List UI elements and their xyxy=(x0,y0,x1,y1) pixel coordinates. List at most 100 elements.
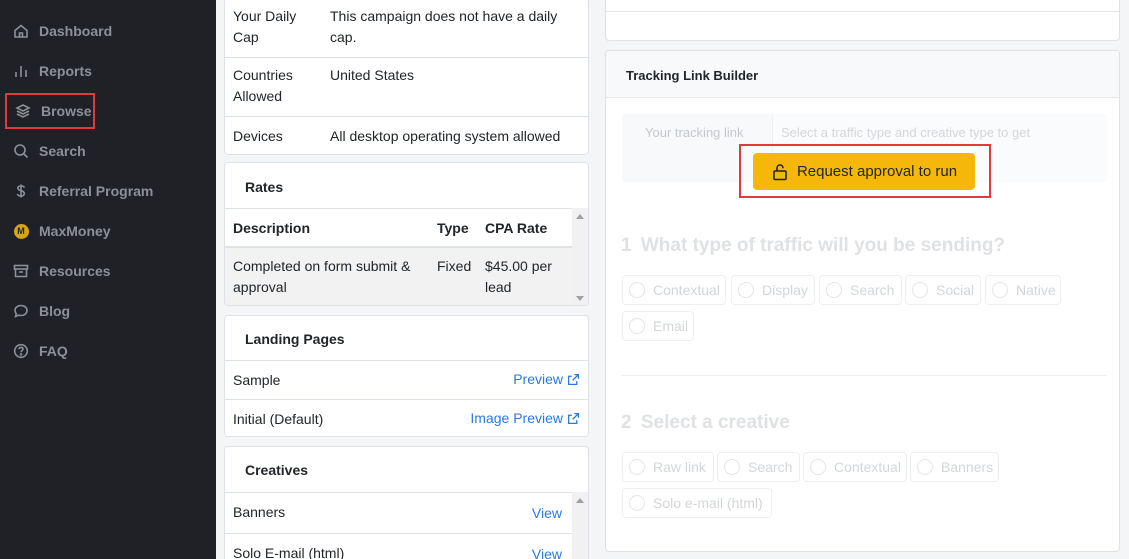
section-divider xyxy=(621,375,1107,376)
option-label: Solo e-mail (html) xyxy=(653,495,763,511)
scroll-up-arrow-icon[interactable] xyxy=(576,498,584,503)
details-label: Your Daily Cap xyxy=(233,6,296,48)
sidebar-item-browse[interactable]: Browse xyxy=(5,93,95,129)
sidebar-item-resources[interactable]: Resources xyxy=(12,257,212,285)
cell-line: $45.00 per xyxy=(485,258,552,274)
col-type: Type xyxy=(437,220,469,236)
creative-option-solo-email[interactable]: Solo e-mail (html) xyxy=(622,488,772,518)
radio-icon xyxy=(738,282,754,298)
home-icon xyxy=(12,22,30,40)
cell-line: Completed on form submit & xyxy=(233,258,411,274)
rates-table-header: Description Type CPA Rate xyxy=(225,208,588,246)
sidebar-item-reports[interactable]: Reports xyxy=(12,57,212,85)
step-1-number: 1 xyxy=(621,235,632,256)
sidebar-item-label: Referral Program xyxy=(39,183,154,199)
details-label: Devices xyxy=(233,128,283,144)
creative-name: Solo E-mail (html) xyxy=(233,545,345,559)
radio-icon xyxy=(810,459,826,475)
traffic-option-search[interactable]: Search xyxy=(819,275,902,305)
bar-chart-icon xyxy=(12,62,30,80)
landing-pages-title: Landing Pages xyxy=(245,331,345,347)
col-description: Description xyxy=(233,220,311,236)
details-row-devices: Devices All desktop operating system all… xyxy=(225,116,588,154)
archive-icon xyxy=(12,262,30,280)
creative-option-contextual[interactable]: Contextual xyxy=(803,452,907,482)
sidebar-item-search[interactable]: Search xyxy=(12,137,212,165)
request-approval-label: Request approval to run xyxy=(796,163,958,180)
preview-link[interactable]: Preview xyxy=(513,371,580,387)
list-item: Initial (Default) Image Preview xyxy=(225,399,588,436)
option-label: Contextual xyxy=(653,282,720,298)
tracking-link-placeholder: Select a traffic type and creative type … xyxy=(781,125,1031,140)
sidebar-item-dashboard[interactable]: Dashboard xyxy=(12,17,212,45)
sidebar-item-maxmoney[interactable]: M MaxMoney xyxy=(12,217,212,245)
radio-icon xyxy=(912,282,928,298)
scroll-up-arrow-icon[interactable] xyxy=(576,214,584,219)
traffic-option-social[interactable]: Social xyxy=(905,275,981,305)
rate-cpa: $45.00 per lead xyxy=(485,256,552,298)
option-label: Display xyxy=(762,282,808,298)
radio-icon xyxy=(917,459,933,475)
list-item: Solo E-mail (html) View xyxy=(225,533,588,559)
sidebar-item-referral-program[interactable]: Referral Program xyxy=(12,177,212,205)
sidebar-item-label: MaxMoney xyxy=(39,223,111,239)
creative-option-search[interactable]: Search xyxy=(717,452,800,482)
traffic-option-contextual[interactable]: Contextual xyxy=(622,275,726,305)
label-line: Your Daily xyxy=(233,8,297,24)
creative-option-banners[interactable]: Banners xyxy=(910,452,999,482)
list-item: Sample Preview xyxy=(225,360,588,399)
radio-icon xyxy=(826,282,842,298)
sidebar-item-faq[interactable]: FAQ xyxy=(12,337,212,365)
radio-icon xyxy=(724,459,740,475)
details-row-daily-cap: Your Daily Cap This campaign does not ha… xyxy=(225,0,588,58)
unlock-icon xyxy=(773,163,787,180)
creatives-title: Creatives xyxy=(245,462,309,478)
table-row: Completed on form submit & approval Fixe… xyxy=(225,246,588,305)
sidebar-item-label: Dashboard xyxy=(39,23,113,39)
creatives-scrollbar[interactable] xyxy=(572,492,588,559)
maxmoney-coin-glyph: M xyxy=(13,223,29,239)
sidebar: Dashboard Reports Browse Search Referral… xyxy=(0,0,216,559)
chat-bubble-icon xyxy=(12,302,30,320)
landing-page-name: Sample xyxy=(233,372,281,388)
details-value: United States xyxy=(330,67,415,83)
rates-title: Rates xyxy=(245,179,284,195)
landing-pages-card: Landing Pages Sample Preview Initial (De… xyxy=(224,315,589,437)
view-link[interactable]: View xyxy=(532,505,562,521)
search-icon xyxy=(12,142,30,160)
image-preview-link-label: Image Preview xyxy=(470,410,563,426)
maxmoney-coin-icon: M xyxy=(12,222,30,240)
step-1-text: What type of traffic will you be sending… xyxy=(640,235,1006,256)
value-line: This campaign does not have a daily xyxy=(330,8,558,24)
image-preview-link[interactable]: Image Preview xyxy=(470,410,580,426)
view-link[interactable]: View xyxy=(532,546,562,559)
request-approval-button[interactable]: Request approval to run xyxy=(753,153,975,190)
traffic-option-display[interactable]: Display xyxy=(731,275,815,305)
option-label: Native xyxy=(1016,282,1056,298)
sidebar-item-blog[interactable]: Blog xyxy=(12,297,212,325)
details-value: All desktop operating system allowed xyxy=(330,128,561,144)
sidebar-item-label: Resources xyxy=(39,263,111,279)
rates-card: Rates Description Type CPA Rate Complete… xyxy=(224,162,589,306)
sidebar-item-label: Search xyxy=(39,143,86,159)
scroll-down-arrow-icon[interactable] xyxy=(576,296,584,301)
layers-icon xyxy=(14,102,32,120)
cell-line: approval xyxy=(233,279,287,295)
list-item: Banners View xyxy=(225,492,588,533)
top-right-card xyxy=(605,0,1120,41)
creative-name: Banners xyxy=(233,504,286,520)
creative-option-raw-link[interactable]: Raw link xyxy=(622,452,714,482)
radio-icon xyxy=(629,495,645,511)
details-row-countries: Countries Allowed United States xyxy=(225,57,588,116)
sidebar-item-label: Reports xyxy=(39,63,92,79)
tracking-link-label: Your tracking link xyxy=(645,125,744,140)
traffic-option-email[interactable]: Email xyxy=(622,311,694,341)
label-line: Countries xyxy=(233,67,293,83)
rates-scrollbar[interactable] xyxy=(572,208,588,305)
step-2-number: 2 xyxy=(621,412,632,433)
option-label: Social xyxy=(936,282,975,298)
traffic-option-native[interactable]: Native xyxy=(985,275,1061,305)
step-2-text: Select a creative xyxy=(640,412,790,433)
option-label: Banners xyxy=(941,459,994,475)
option-label: Search xyxy=(748,459,793,475)
